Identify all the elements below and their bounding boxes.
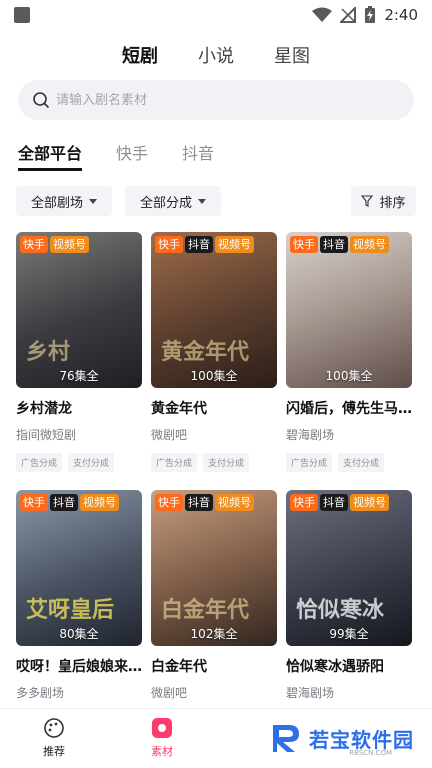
nav-recommend[interactable]: 推荐 — [24, 717, 84, 759]
drama-title: 乡村潜龙 — [16, 401, 72, 417]
battery-icon — [365, 6, 376, 23]
bottom-nav: 推荐 素材 若宝软件园 RBSCN.COM — [0, 708, 432, 768]
palette-icon — [44, 718, 64, 738]
theater-filter-label: 全部剧场 — [30, 195, 83, 211]
no-signal-icon — [340, 7, 357, 23]
caret-down-icon — [89, 198, 97, 204]
chip-pay-split: 支付分成 — [338, 453, 385, 472]
search-icon — [33, 92, 50, 109]
tag-channels: 视频号 — [350, 494, 389, 511]
platform-tabs: 全部平台 快手 抖音 — [18, 140, 214, 171]
tab-all-platforms[interactable]: 全部平台 — [18, 140, 83, 171]
drama-title: 黄金年代 — [151, 401, 207, 417]
poster-overlay-text: 白金年代 — [161, 597, 250, 623]
status-bar: 2:40 — [0, 0, 432, 30]
clock: 2:40 — [384, 6, 418, 24]
chip-ad-split: 广告分成 — [151, 453, 198, 472]
drama-studio: 多多剧场 — [16, 686, 65, 700]
tag-kuaishou: 快手 — [155, 236, 183, 253]
poster-overlay-text: 黄金年代 — [161, 339, 250, 365]
search-bar[interactable] — [18, 80, 414, 120]
tag-channels: 视频号 — [215, 494, 254, 511]
nav-material-label: 素材 — [151, 745, 173, 758]
episode-count: 76集全 — [59, 369, 99, 383]
wifi-icon — [312, 7, 333, 22]
theater-filter[interactable]: 全部剧场 — [16, 186, 112, 216]
drama-grid: 快手 视频号 乡村 76集全 乡村潜龙 指间微短剧 广告分成 支付分成 快手 抖… — [16, 232, 416, 701]
tag-kuaishou: 快手 — [20, 494, 48, 511]
tab-star-map[interactable]: 星图 — [272, 40, 312, 70]
episode-count: 80集全 — [59, 627, 99, 641]
tag-channels: 视频号 — [350, 236, 389, 253]
drama-card[interactable]: 快手 抖音 视频号 艾呀皇后 80集全 哎呀！皇后娘娘来打工 多多剧场 — [16, 490, 142, 701]
search-input[interactable] — [56, 92, 376, 108]
drama-card[interactable]: 快手 抖音 视频号 黄金年代 100集全 黄金年代 微剧吧 广告分成 支付分成 — [151, 232, 277, 472]
split-filter[interactable]: 全部分成 — [125, 186, 221, 216]
drama-poster: 快手 抖音 视频号 艾呀皇后 80集全 — [16, 490, 142, 646]
chip-ad-split: 广告分成 — [286, 453, 333, 472]
drama-poster: 快手 抖音 视频号 100集全 — [286, 232, 412, 388]
drama-poster: 快手 抖音 视频号 黄金年代 100集全 — [151, 232, 277, 388]
drama-title: 哎呀！皇后娘娘来打工 — [16, 659, 142, 675]
nav-material[interactable]: 素材 — [132, 717, 192, 759]
drama-poster: 快手 视频号 乡村 76集全 — [16, 232, 142, 388]
drama-studio: 指间微短剧 — [16, 428, 77, 442]
drama-studio: 碧海剧场 — [286, 428, 335, 442]
episode-count: 102集全 — [190, 627, 238, 641]
drama-title: 恰似寒冰遇骄阳 — [286, 659, 384, 675]
chip-ad-split: 广告分成 — [16, 453, 63, 472]
drama-card[interactable]: 快手 抖音 视频号 恰似寒冰 99集全 恰似寒冰遇骄阳 碧海剧场 — [286, 490, 412, 701]
tag-douyin: 抖音 — [320, 494, 348, 511]
filter-bar: 全部剧场 全部分成 排序 — [16, 186, 416, 216]
tag-channels: 视频号 — [215, 236, 254, 253]
sort-label: 排序 — [379, 195, 406, 211]
drama-title: 闪婚后，傅先生马甲藏不住了 — [286, 401, 412, 417]
filter-funnel-icon — [361, 195, 374, 207]
drama-card[interactable]: 快手 视频号 乡村 76集全 乡村潜龙 指间微短剧 广告分成 支付分成 — [16, 232, 142, 472]
tag-kuaishou: 快手 — [20, 236, 48, 253]
tag-channels: 视频号 — [50, 236, 89, 253]
tag-douyin: 抖音 — [320, 236, 348, 253]
drama-studio: 碧海剧场 — [286, 686, 335, 700]
chip-pay-split: 支付分成 — [68, 453, 115, 472]
watermark-sub: RBSCN.COM — [349, 749, 392, 757]
episode-count: 99集全 — [329, 627, 369, 641]
split-filter-label: 全部分成 — [139, 195, 192, 211]
tag-kuaishou: 快手 — [155, 494, 183, 511]
top-tab-bar: 短剧 小说 星图 — [0, 40, 432, 70]
material-icon — [152, 718, 172, 738]
watermark: 若宝软件园 — [269, 721, 414, 755]
episode-count: 100集全 — [325, 369, 373, 383]
chip-pay-split: 支付分成 — [203, 453, 250, 472]
tab-douyin[interactable]: 抖音 — [182, 140, 214, 171]
drama-studio: 微剧吧 — [151, 686, 188, 700]
drama-poster: 快手 抖音 视频号 恰似寒冰 99集全 — [286, 490, 412, 646]
drama-poster: 快手 抖音 视频号 白金年代 102集全 — [151, 490, 277, 646]
drama-studio: 微剧吧 — [151, 428, 188, 442]
tag-douyin: 抖音 — [185, 494, 213, 511]
tab-kuaishou[interactable]: 快手 — [116, 140, 148, 171]
poster-overlay-text: 恰似寒冰 — [296, 597, 385, 623]
tag-douyin: 抖音 — [185, 236, 213, 253]
watermark-logo-icon — [273, 725, 299, 752]
episode-count: 100集全 — [190, 369, 238, 383]
tag-kuaishou: 快手 — [290, 236, 318, 253]
poster-overlay-text: 乡村 — [26, 339, 71, 365]
drama-card[interactable]: 快手 抖音 视频号 100集全 闪婚后，傅先生马甲藏不住了 碧海剧场 广告分成 … — [286, 232, 412, 472]
tag-douyin: 抖音 — [50, 494, 78, 511]
poster-overlay-text: 艾呀皇后 — [26, 597, 115, 623]
notification-icon — [14, 7, 30, 23]
nav-recommend-label: 推荐 — [43, 745, 65, 758]
caret-down-icon — [198, 198, 206, 204]
drama-title: 白金年代 — [151, 659, 207, 675]
drama-card[interactable]: 快手 抖音 视频号 白金年代 102集全 白金年代 微剧吧 — [151, 490, 277, 701]
tab-novel[interactable]: 小说 — [196, 40, 236, 70]
tag-channels: 视频号 — [80, 494, 119, 511]
tab-short-drama[interactable]: 短剧 — [120, 40, 160, 70]
sort-button[interactable]: 排序 — [351, 186, 416, 216]
tag-kuaishou: 快手 — [290, 494, 318, 511]
